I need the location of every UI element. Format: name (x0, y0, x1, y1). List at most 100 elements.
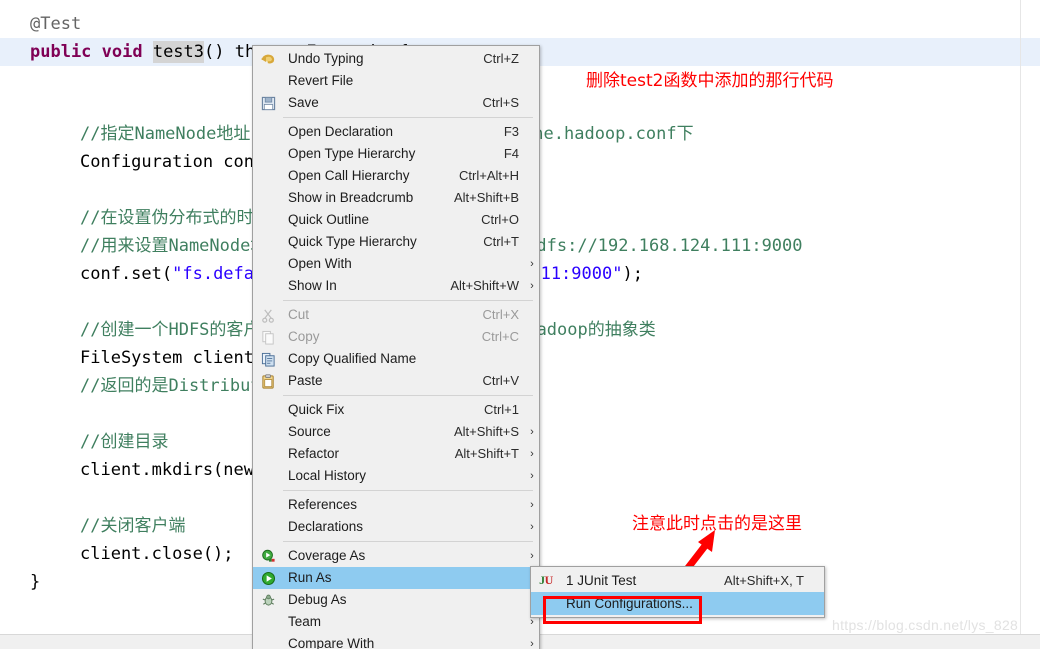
menu-item-shortcut: Ctrl+T (483, 234, 519, 249)
menu-item-label: Local History (288, 468, 367, 483)
menu-item-shortcut: F4 (503, 146, 519, 161)
menu-item-shortcut: Ctrl+O (481, 212, 519, 227)
menu-item-debug-as[interactable]: Debug As› (253, 589, 539, 611)
code-token: conf.set( (80, 264, 173, 284)
menu-item-shortcut: Ctrl+Alt+H (459, 168, 519, 183)
menu-item-label: Run As (288, 570, 332, 585)
menu-item-shortcut: Ctrl+S (482, 95, 519, 110)
menu-item-label: Cut (288, 307, 310, 322)
menu-item-revert-file[interactable]: Revert File (253, 70, 539, 92)
menu-item-paste[interactable]: Paste Ctrl+V (253, 370, 539, 392)
chevron-right-icon: › (530, 638, 534, 649)
submenu-item-run-configurations[interactable]: Run Configurations... (531, 592, 824, 615)
menu-item-cut: Cut Ctrl+X (253, 304, 539, 326)
copy-qualified-icon (253, 348, 283, 370)
menu-item-declarations[interactable]: Declarations › (253, 516, 539, 538)
menu-item-open-call-hierarchy[interactable]: Open Call Hierarchy Ctrl+Alt+H (253, 165, 539, 187)
coverage-icon (253, 545, 283, 567)
menu-item-show-in-breadcrumb[interactable]: Show in Breadcrumb Alt+Shift+B (253, 187, 539, 209)
code-token: //创建目录 (80, 432, 169, 452)
code-token: test3 (152, 41, 205, 63)
menu-item-local-history[interactable]: Local History › (253, 465, 539, 487)
menu-icon-empty (253, 633, 283, 649)
code-token: //关闭客户端 (80, 516, 186, 536)
chevron-right-icon: › (530, 448, 534, 460)
annotation-bottom-note: 注意此时点击的是这里 (632, 514, 802, 534)
menu-item-label: Open Call Hierarchy (288, 168, 410, 183)
menu-item-quick-outline[interactable]: Quick Outline Ctrl+O (253, 209, 539, 231)
chevron-right-icon: › (530, 499, 534, 511)
undo-icon (253, 48, 283, 70)
menu-item-shortcut: Alt+Shift+X, T (724, 573, 804, 588)
menu-item-shortcut: Ctrl+Z (483, 51, 519, 66)
menu-item-show-in[interactable]: Show In Alt+Shift+W › (253, 275, 539, 297)
eclipse-editor-screen: @Testpublic void test3() throws Exceptio… (0, 0, 1040, 649)
menu-item-undo-typing[interactable]: Undo Typing Ctrl+Z (253, 48, 539, 70)
menu-icon-empty (253, 209, 283, 231)
menu-item-copy-qualified-name[interactable]: Copy Qualified Name (253, 348, 539, 370)
menu-item-label: Open Type Hierarchy (288, 146, 416, 161)
menu-icon-empty (253, 443, 283, 465)
menu-item-label: Show in Breadcrumb (288, 190, 414, 205)
menu-item-save[interactable]: Save Ctrl+S (253, 92, 539, 114)
menu-item-coverage-as[interactable]: Coverage As › (253, 545, 539, 567)
menu-icon-empty (253, 421, 283, 443)
menu-item-label: Quick Type Hierarchy (288, 234, 417, 249)
menu-item-label: Undo Typing (288, 51, 364, 66)
copy-icon (253, 326, 283, 348)
menu-item-label: Copy Qualified Name (288, 351, 417, 366)
chevron-right-icon: › (530, 550, 534, 562)
menu-item-label: Quick Fix (288, 402, 345, 417)
menu-item-open-declaration[interactable]: Open Declaration F3 (253, 121, 539, 143)
menu-item-label: Revert File (288, 73, 354, 88)
menu-item-team[interactable]: Team › (253, 611, 539, 633)
menu-item-compare-with[interactable]: Compare With › (253, 633, 539, 649)
chevron-right-icon: › (530, 426, 534, 438)
menu-item-run-as[interactable]: Run As› (253, 567, 539, 589)
chevron-right-icon: › (530, 258, 534, 270)
menu-item-references[interactable]: References › (253, 494, 539, 516)
menu-item-open-type-hierarchy[interactable]: Open Type Hierarchy F4 (253, 143, 539, 165)
menu-separator (283, 490, 533, 491)
menu-item-source[interactable]: Source Alt+Shift+S › (253, 421, 539, 443)
menu-item-quick-fix[interactable]: Quick Fix Ctrl+1 (253, 399, 539, 421)
menu-item-shortcut: Ctrl+C (481, 329, 519, 344)
menu-icon-empty (253, 231, 283, 253)
menu-item-label: Coverage As (288, 548, 366, 563)
context-menu[interactable]: Undo Typing Ctrl+Z Revert File Save Ctrl+S Op… (252, 45, 540, 649)
menu-icon-empty (253, 121, 283, 143)
menu-item-label: Quick Outline (288, 212, 370, 227)
menu-icon-empty (253, 275, 283, 297)
menu-separator (283, 117, 533, 118)
menu-item-shortcut: Alt+Shift+S (453, 424, 519, 439)
code-line[interactable]: @Test (0, 10, 1040, 38)
menu-icon-empty (253, 143, 283, 165)
menu-icon-empty (253, 399, 283, 421)
menu-item-quick-type-hierarchy[interactable]: Quick Type Hierarchy Ctrl+T (253, 231, 539, 253)
menu-item-label: References (288, 497, 358, 512)
menu-item-shortcut: Alt+Shift+B (453, 190, 519, 205)
code-token: public void (30, 42, 153, 62)
menu-item-shortcut: Alt+Shift+W (450, 278, 519, 293)
menu-item-label: Copy (288, 329, 320, 344)
menu-icon-empty (253, 253, 283, 275)
chevron-right-icon: › (530, 280, 534, 292)
menu-icon-empty (253, 465, 283, 487)
code-token: @Test (30, 14, 82, 34)
run-as-submenu[interactable]: JU 1 JUnit Test Alt+Shift+X, T Run Configur… (530, 566, 825, 618)
submenu-item-1-junit-test[interactable]: JU 1 JUnit Test Alt+Shift+X, T (531, 569, 824, 592)
run-icon (253, 567, 283, 589)
menu-item-label: 1 JUnit Test (566, 573, 637, 588)
watermark-text: https://blog.csdn.net/lys_828 (832, 617, 1019, 633)
menu-item-shortcut: Ctrl+X (482, 307, 519, 322)
menu-item-refactor[interactable]: Refactor Alt+Shift+T › (253, 443, 539, 465)
menu-item-label: Declarations (288, 519, 364, 534)
menu-item-label: Team (288, 614, 322, 629)
menu-item-shortcut: F3 (503, 124, 519, 139)
menu-item-open-with[interactable]: Open With › (253, 253, 539, 275)
menu-item-label: Debug As (288, 592, 347, 607)
save-icon (253, 92, 283, 114)
menu-item-copy: Copy Ctrl+C (253, 326, 539, 348)
chevron-right-icon: › (530, 521, 534, 533)
menu-item-shortcut: Alt+Shift+T (454, 446, 519, 461)
